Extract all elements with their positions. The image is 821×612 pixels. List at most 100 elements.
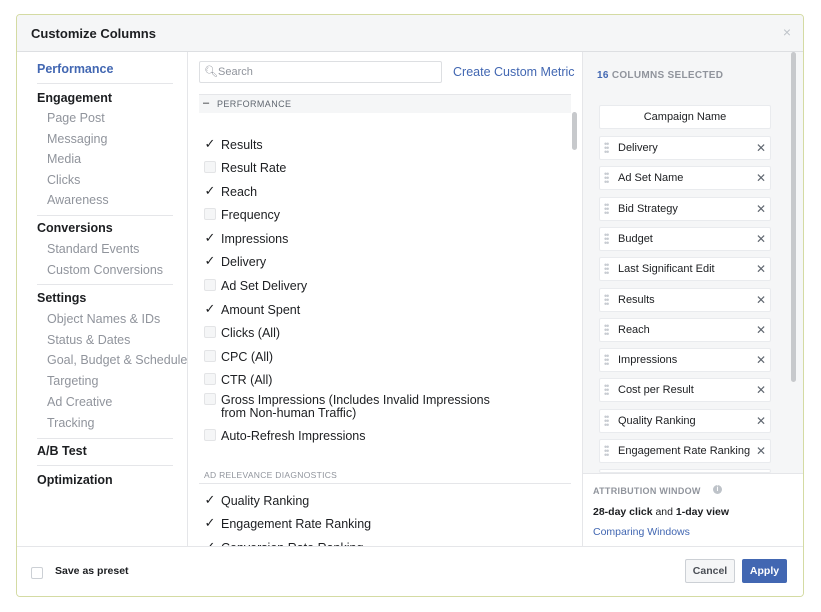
close-icon[interactable]: × (783, 24, 791, 40)
remove-icon[interactable]: ✕ (756, 444, 766, 458)
selected-column-label: Quality Ranking (618, 414, 696, 427)
remove-icon[interactable]: ✕ (756, 262, 766, 276)
selected-column[interactable]: •• •• •• Reach ✕ (599, 317, 771, 342)
metric-checkbox[interactable] (204, 208, 216, 220)
drag-handle-icon[interactable]: •• •• •• (604, 140, 610, 157)
selected-column-label: Last Significant Edit (618, 263, 715, 276)
metric-checkbox[interactable] (204, 350, 216, 362)
drag-handle-icon[interactable]: •• •• •• (604, 291, 610, 308)
drag-handle-icon[interactable]: •• •• •• (604, 200, 610, 217)
nav-subitem[interactable]: Targeting (47, 374, 98, 388)
save-preset-checkbox[interactable] (31, 567, 43, 579)
group-label: PERFORMANCE (217, 99, 292, 109)
drag-handle-icon[interactable]: •• •• •• (604, 382, 610, 399)
search-box[interactable]: 🔍︎ (199, 61, 442, 83)
checkmark-icon[interactable]: ✓ (204, 493, 216, 506)
remove-icon[interactable]: ✕ (756, 323, 766, 337)
apply-button[interactable]: Apply (742, 559, 787, 583)
metric-label: Quality Ranking (221, 494, 310, 508)
create-custom-metric-link[interactable]: Create Custom Metric (453, 65, 575, 79)
remove-icon[interactable]: ✕ (756, 141, 766, 155)
nav-subitem[interactable]: Ad Creative (47, 395, 112, 409)
checkmark-icon[interactable]: ✓ (204, 137, 216, 150)
nav-subitem[interactable]: Messaging (47, 132, 107, 146)
nav-subitem[interactable]: Object Names & IDs (47, 312, 160, 326)
dialog-title: Customize Columns (31, 26, 156, 41)
nav-subitem[interactable]: Page Post (47, 111, 105, 125)
remove-icon[interactable]: ✕ (756, 353, 766, 367)
checkmark-icon[interactable]: ✓ (204, 254, 216, 267)
nav-subitem[interactable]: Awareness (47, 193, 109, 207)
cancel-button[interactable]: Cancel (685, 559, 735, 583)
nav-section-6[interactable]: Optimization (37, 473, 113, 487)
selected-column[interactable]: •• •• •• Bid Strategy ✕ (599, 196, 771, 221)
nav-subitem[interactable]: Custom Conversions (47, 263, 163, 277)
metric-checkbox[interactable] (204, 393, 216, 405)
nav-subitem[interactable]: Standard Events (47, 242, 139, 256)
nav-subitem[interactable]: Tracking (47, 416, 94, 430)
remove-icon[interactable]: ✕ (756, 414, 766, 428)
checkmark-icon[interactable]: ✓ (204, 184, 216, 197)
remove-icon[interactable]: ✕ (756, 171, 766, 185)
drag-handle-icon[interactable]: •• •• •• (604, 321, 610, 338)
nav-divider (37, 83, 173, 84)
metric-checkbox[interactable] (204, 326, 216, 338)
remove-icon[interactable]: ✕ (756, 232, 766, 246)
selected-column[interactable]: •• •• •• Engagement Rate Ranking ✕ (599, 439, 771, 463)
nav-section-2[interactable]: Engagement (37, 91, 112, 105)
nav-subitem[interactable]: Clicks (47, 173, 80, 187)
checkmark-icon[interactable]: ✓ (204, 302, 216, 315)
drag-handle-icon[interactable]: •• •• •• (604, 261, 610, 278)
selected-column[interactable]: •• •• •• Budget ✕ (599, 226, 771, 251)
selected-column[interactable]: •• •• •• Cost per Result ✕ (599, 378, 771, 403)
metric-label: Reach (221, 185, 258, 199)
checkmark-icon[interactable]: ✓ (204, 516, 216, 529)
checkmark-icon[interactable]: ✓ (204, 231, 216, 244)
nav-section-5[interactable]: A/B Test (37, 444, 87, 458)
metrics-scrollbar[interactable] (572, 112, 577, 150)
selected-column[interactable]: •• •• •• Last Significant Edit ✕ (599, 257, 771, 282)
nav-divider (37, 215, 173, 216)
subgroup-divider (199, 483, 571, 484)
attribution-title: ATTRIBUTION WINDOW (593, 486, 701, 496)
drag-handle-icon[interactable]: •• •• •• (604, 170, 610, 187)
selected-column[interactable]: •• •• •• Impressions ✕ (599, 348, 771, 373)
remove-icon[interactable]: ✕ (756, 383, 766, 397)
metric-label: CPC (All) (221, 350, 274, 364)
selected-scrollbar[interactable] (791, 52, 796, 382)
attribution-joiner: and (655, 506, 673, 518)
nav-subitem[interactable]: Goal, Budget & Schedule (47, 353, 187, 367)
metric-checkbox[interactable] (204, 279, 216, 291)
metric-checkbox[interactable] (204, 373, 216, 385)
drag-handle-icon[interactable]: •• •• •• (604, 230, 610, 247)
search-input[interactable] (218, 64, 438, 80)
selected-column[interactable]: •• •• •• Quality Ranking ✕ (599, 408, 771, 433)
metric-label: Delivery (221, 255, 267, 269)
metric-checkbox[interactable] (204, 161, 216, 173)
metric-label: Engagement Rate Ranking (221, 517, 372, 531)
selected-count-label: COLUMNS SELECTED (611, 70, 724, 81)
click-window: 28-day click (593, 506, 653, 518)
remove-icon[interactable]: ✕ (756, 293, 766, 307)
collapse-icon[interactable]: – (203, 97, 209, 109)
nav-subitem[interactable]: Media (47, 152, 81, 166)
comparing-windows-link[interactable]: Comparing Windows (593, 526, 690, 538)
drag-handle-icon[interactable]: •• •• •• (604, 412, 610, 429)
nav-section-4[interactable]: Settings (37, 291, 86, 305)
metric-label: CTR (All) (221, 373, 273, 387)
drag-handle-icon[interactable]: •• •• •• (604, 352, 610, 369)
drag-handle-icon[interactable]: •• •• •• (604, 443, 610, 460)
nav-subitem[interactable]: Status & Dates (47, 333, 130, 347)
selected-column[interactable]: •• •• •• Ad Set Name ✕ (599, 166, 771, 191)
subgroup-label: AD RELEVANCE DIAGNOSTICS (204, 470, 338, 480)
nav-section-1[interactable]: Performance (37, 62, 113, 76)
selected-column-label: Reach (618, 323, 650, 336)
nav-section-3[interactable]: Conversions (37, 221, 113, 235)
metric-checkbox[interactable] (204, 429, 216, 441)
selected-column[interactable]: •• •• •• Delivery ✕ (599, 136, 771, 160)
performance-group-header[interactable]: – PERFORMANCE (199, 94, 571, 113)
remove-icon[interactable]: ✕ (756, 202, 766, 216)
selected-column[interactable]: •• •• •• Results ✕ (599, 287, 771, 312)
info-icon[interactable]: i (713, 485, 722, 494)
save-preset-label[interactable]: Save as preset (55, 565, 129, 577)
